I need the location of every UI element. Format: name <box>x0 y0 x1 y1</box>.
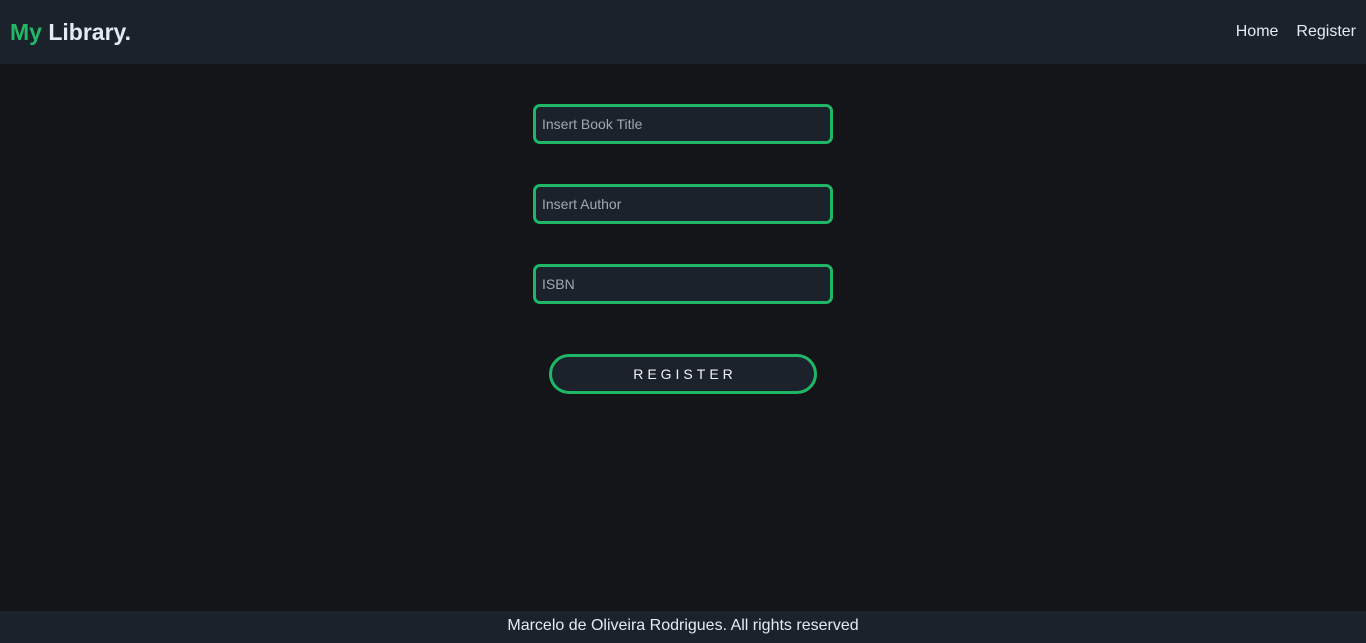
site-logo[interactable]: My Library. <box>10 18 131 46</box>
isbn-input[interactable] <box>533 264 833 304</box>
page-footer: Marcelo de Oliveira Rodrigues. All right… <box>0 611 1366 643</box>
nav-link-register[interactable]: Register <box>1296 22 1356 42</box>
nav-link-home[interactable]: Home <box>1236 22 1279 42</box>
top-navbar: My Library. Home Register <box>0 0 1366 64</box>
nav-links: Home Register <box>1236 22 1356 42</box>
footer-copyright-text: Marcelo de Oliveira Rodrigues. All right… <box>507 617 859 634</box>
logo-main-text: Library. <box>48 19 131 45</box>
register-button[interactable]: REGISTER <box>549 354 817 394</box>
author-input[interactable] <box>533 184 833 224</box>
book-title-input[interactable] <box>533 104 833 144</box>
logo-accent-text: My <box>10 19 42 45</box>
